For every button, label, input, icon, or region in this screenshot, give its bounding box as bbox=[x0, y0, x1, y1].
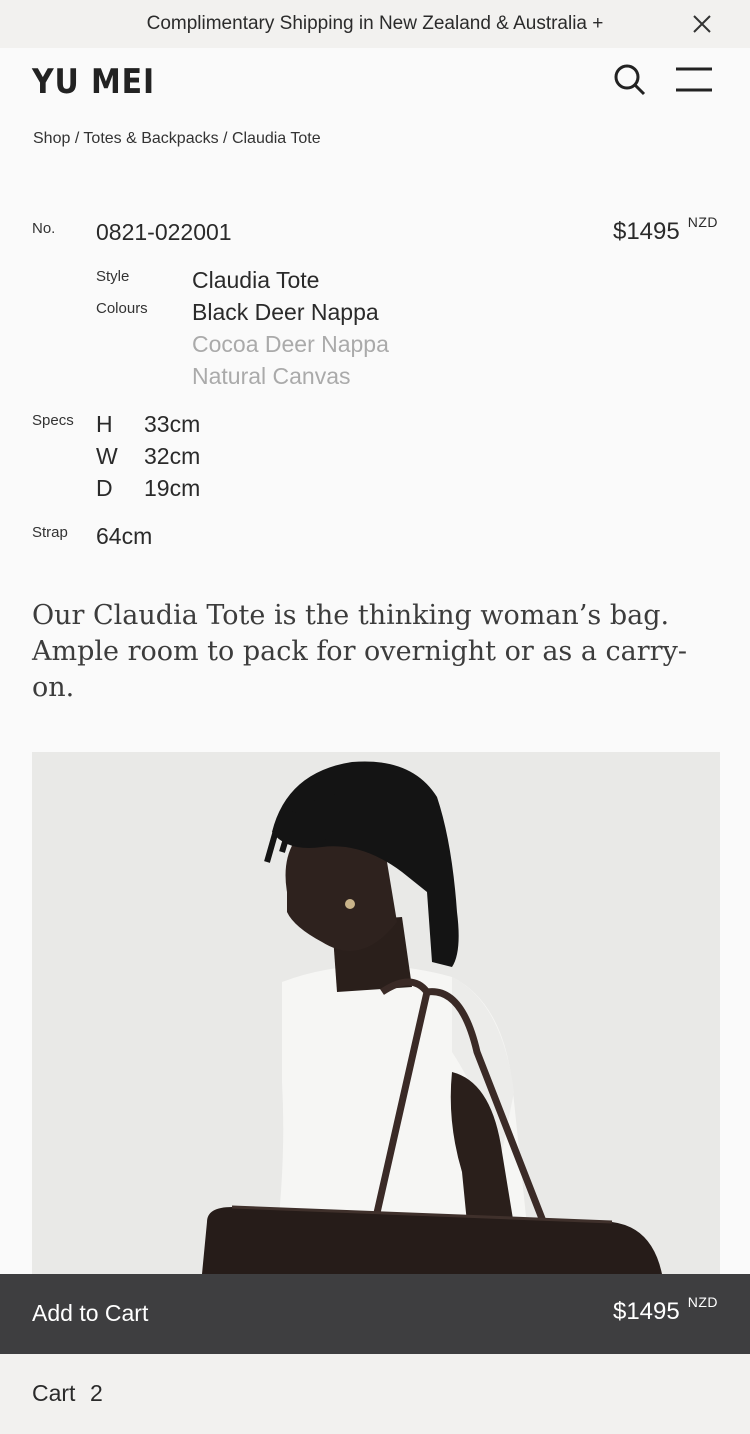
site-header: YU MEI bbox=[0, 48, 750, 112]
product-number-label: No. bbox=[32, 220, 56, 237]
spec-dimension-width: W bbox=[96, 443, 118, 469]
breadcrumb-current: Claudia Tote bbox=[231, 130, 321, 147]
brand-logo[interactable]: YU MEI bbox=[32, 62, 155, 102]
add-to-cart-button[interactable]: Add to Cart $1495 NZD bbox=[0, 1274, 750, 1354]
style-label: Style bbox=[96, 268, 130, 285]
product-photo[interactable] bbox=[32, 752, 720, 1274]
breadcrumb-totes-backpacks[interactable]: Totes & Backpacks bbox=[83, 130, 218, 147]
announcement-bar[interactable]: Complimentary Shipping in New Zealand & … bbox=[0, 0, 750, 48]
search-icon[interactable] bbox=[612, 62, 648, 98]
colour-option-cocoa-deer-nappa[interactable]: Cocoa Deer Nappa bbox=[192, 331, 389, 358]
spec-dimension-depth: D bbox=[96, 475, 113, 501]
product-price-currency: NZD bbox=[687, 214, 718, 230]
colour-option-natural-canvas[interactable]: Natural Canvas bbox=[192, 363, 351, 390]
spec-value-depth: 19cm bbox=[144, 475, 201, 501]
close-icon[interactable] bbox=[690, 12, 714, 36]
product-price: $1495 NZD bbox=[612, 214, 718, 246]
specs-label: Specs bbox=[32, 412, 74, 429]
add-to-cart-price-value: $1495 bbox=[612, 1298, 680, 1325]
colour-option-black-deer-nappa[interactable]: Black Deer Nappa bbox=[192, 299, 379, 326]
spec-dimension-height: H bbox=[96, 411, 113, 437]
announcement-text[interactable]: Complimentary Shipping in New Zealand & … bbox=[147, 13, 604, 35]
breadcrumb-separator: / bbox=[218, 130, 232, 147]
spec-value-width: 32cm bbox=[144, 443, 201, 469]
product-price-value: $1495 bbox=[612, 218, 680, 245]
breadcrumb-shop[interactable]: Shop bbox=[33, 130, 70, 147]
add-to-cart-price: $1495 NZD bbox=[612, 1294, 718, 1326]
model-with-tote-illustration bbox=[32, 752, 720, 1274]
spec-value-height: 33cm bbox=[144, 411, 201, 437]
cart-count: 2 bbox=[90, 1380, 103, 1406]
strap-value: 64cm bbox=[96, 523, 153, 549]
hamburger-menu-icon[interactable] bbox=[674, 66, 714, 94]
add-to-cart-price-currency: NZD bbox=[687, 1294, 718, 1310]
breadcrumb-separator: / bbox=[70, 130, 84, 147]
product-number: 0821-022001 bbox=[96, 219, 232, 245]
product-description: Our Claudia Tote is the thinking woman’s… bbox=[32, 600, 687, 703]
breadcrumb: Shop / Totes & Backpacks / Claudia Tote bbox=[33, 130, 321, 148]
cart-label: Cart bbox=[32, 1380, 76, 1406]
strap-label: Strap bbox=[32, 524, 68, 541]
colours-label: Colours bbox=[96, 300, 148, 317]
style-value: Claudia Tote bbox=[192, 267, 320, 293]
add-to-cart-label: Add to Cart bbox=[32, 1300, 149, 1326]
cart-button[interactable]: Cart 2 bbox=[0, 1354, 750, 1434]
